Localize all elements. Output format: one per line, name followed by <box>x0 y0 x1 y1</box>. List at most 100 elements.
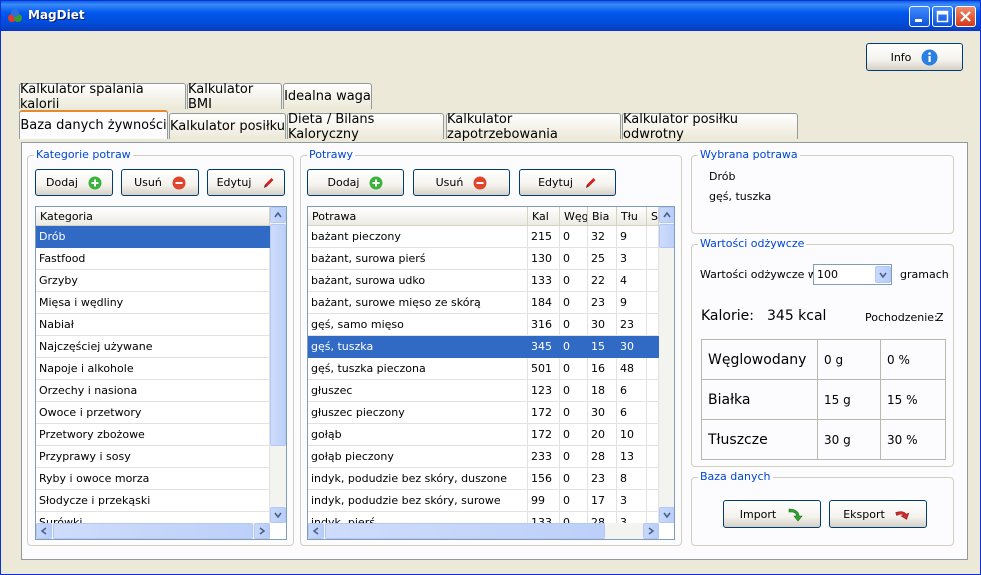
maximize-icon <box>936 10 949 23</box>
tab-idealna-waga[interactable]: Idealna waga <box>283 83 372 109</box>
tab-label: Idealna waga <box>284 89 371 104</box>
category-row[interactable]: Ryby i owoce morza <box>36 468 270 490</box>
dish-protein: 22 <box>588 270 617 292</box>
category-name: Mięsa i wędliny <box>36 292 270 314</box>
amount-select[interactable]: 100 <box>813 264 892 285</box>
window-title: MagDiet <box>28 8 85 22</box>
dish-row[interactable]: głuszec 123 0 18 6 <box>308 380 659 402</box>
vertical-scrollbar[interactable] <box>270 207 286 523</box>
dish-row[interactable]: gęś, tuszka pieczona 501 0 16 48 <box>308 358 659 380</box>
edit-dish-button[interactable]: Edytuj <box>519 169 616 196</box>
nutrient-name: Białka <box>701 379 818 420</box>
dish-carbs: 0 <box>560 380 588 402</box>
dish-row[interactable]: gołąb 172 0 20 10 <box>308 424 659 446</box>
column-header[interactable]: Potrawa <box>308 207 528 226</box>
tab-panel: Kategorie potraw Dodaj Usuń Edytuj Kateg… <box>21 142 968 560</box>
dish-protein: 25 <box>588 248 617 270</box>
tab-label: Kalkulator spalania kalorii <box>20 81 144 112</box>
tab-posilku-odwrotny[interactable]: Kalkulator posiłku odwrotny <box>622 111 798 142</box>
scroll-right-button[interactable] <box>254 523 270 539</box>
edit-category-button[interactable]: Edytuj <box>207 169 285 196</box>
dish-row[interactable]: bażant, surowe mięso ze skórą 184 0 23 9 <box>308 292 659 314</box>
maximize-button[interactable] <box>932 6 953 27</box>
dish-row[interactable]: gołąb pieczony 233 0 28 13 <box>308 446 659 468</box>
scroll-down-button[interactable] <box>659 507 674 523</box>
category-name: Ryby i owoce morza <box>36 468 270 490</box>
dish-protein: 17 <box>588 490 617 512</box>
dish-row[interactable]: bażant, surowa udko 133 0 22 4 <box>308 270 659 292</box>
scroll-thumb[interactable] <box>325 523 605 539</box>
column-header[interactable]: Kal <box>528 207 560 226</box>
nutrient-grams: 0 g <box>817 339 881 380</box>
minimize-button[interactable] <box>909 6 930 27</box>
column-header[interactable]: S <box>647 207 659 226</box>
tab-bmi[interactable]: Kalkulator BMI <box>187 82 282 112</box>
category-row[interactable]: Owoce i przetwory <box>36 402 270 424</box>
vertical-scrollbar[interactable] <box>659 207 674 523</box>
dish-row[interactable]: gęś, samo mięso 316 0 30 23 <box>308 314 659 336</box>
dish-row[interactable]: indyk, podudzie bez skóry, duszone 156 0 23… <box>308 468 659 490</box>
category-row[interactable]: Orzechy i nasiona <box>36 380 270 402</box>
dish-row[interactable]: bażant, surowa pierś 130 0 25 3 <box>308 248 659 270</box>
category-row[interactable]: Grzyby <box>36 270 270 292</box>
dish-row[interactable]: gęś, tuszka 345 0 15 30 <box>308 336 659 358</box>
category-row[interactable]: Fastfood <box>36 248 270 270</box>
dish-name: gęś, samo mięso <box>308 314 528 336</box>
horizontal-scrollbar[interactable] <box>308 523 659 539</box>
scroll-left-button[interactable] <box>36 523 52 539</box>
scroll-right-button[interactable] <box>643 523 659 539</box>
button-label: Usuń <box>134 176 162 189</box>
tab-baza-danych[interactable]: Baza danych żywności <box>19 110 168 139</box>
dish-extra <box>647 446 659 468</box>
category-row[interactable]: Napoje i alkohole <box>36 358 270 380</box>
column-header[interactable]: Węg <box>560 207 588 226</box>
dish-fat: 6 <box>617 380 647 402</box>
category-row[interactable]: Najczęściej używane <box>36 336 270 358</box>
tab-dieta-bilans[interactable]: Dieta / Bilans Kaloryczny <box>287 112 444 142</box>
scroll-thumb[interactable] <box>659 224 674 248</box>
tab-zapotrzebowania[interactable]: Kalkulator zapotrzebowania <box>446 112 621 142</box>
dish-extra <box>647 314 659 336</box>
category-row[interactable]: Nabiał <box>36 314 270 336</box>
import-button[interactable]: Import <box>723 500 821 528</box>
column-header[interactable]: Kategoria <box>36 207 270 226</box>
scroll-up-button[interactable] <box>270 207 286 223</box>
add-dish-button[interactable]: Dodaj <box>307 169 404 196</box>
scroll-thumb[interactable] <box>53 523 253 539</box>
remove-category-button[interactable]: Usuń <box>121 169 199 196</box>
dish-row[interactable]: indyk, podudzie bez skóry, surowe 99 0 17 3 <box>308 490 659 512</box>
dish-row[interactable]: głuszec pieczony 172 0 30 6 <box>308 402 659 424</box>
column-header[interactable]: Tłu <box>617 207 647 226</box>
client-area: Info Kalkulator spalania kalorii Kalkula… <box>5 32 976 570</box>
column-header[interactable]: Bia <box>588 207 617 226</box>
scroll-down-button[interactable] <box>270 507 286 523</box>
nutrition-row: Białka 15 g 15 % <box>701 379 946 420</box>
chevron-left-icon <box>313 527 319 535</box>
tab-label: Kalkulator posiłku odwrotny <box>623 111 739 142</box>
dish-row[interactable]: bażant pieczony 215 0 32 9 <box>308 226 659 248</box>
dish-name: indyk, podudzie bez skóry, surowe <box>308 490 528 512</box>
add-category-button[interactable]: Dodaj <box>35 169 113 196</box>
unit-label: gramach <box>900 268 949 281</box>
category-row[interactable]: Drób <box>36 226 270 248</box>
tab-spalania-kalorii[interactable]: Kalkulator spalania kalorii <box>19 81 186 112</box>
export-button[interactable]: Eksport <box>829 500 927 528</box>
horizontal-scrollbar[interactable] <box>36 523 270 539</box>
remove-dish-button[interactable]: Usuń <box>413 169 510 196</box>
nutrient-percent: 0 % <box>880 339 946 380</box>
tab-kalkulator-posilku[interactable]: Kalkulator posiłku <box>169 113 286 139</box>
info-icon <box>921 49 938 65</box>
info-button[interactable]: Info <box>866 43 963 71</box>
scroll-thumb[interactable] <box>270 224 286 446</box>
dropdown-button[interactable] <box>875 266 891 283</box>
dish-fat: 9 <box>617 292 647 314</box>
close-button[interactable] <box>955 6 976 27</box>
category-row[interactable]: Przyprawy i sosy <box>36 446 270 468</box>
scroll-up-button[interactable] <box>659 207 674 223</box>
database-group: Baza danych Import Eksport <box>691 470 954 546</box>
category-row[interactable]: Słodycze i przekąski <box>36 490 270 512</box>
category-row[interactable]: Przetwory zbożowe <box>36 424 270 446</box>
category-name: Orzechy i nasiona <box>36 380 270 402</box>
category-row[interactable]: Mięsa i wędliny <box>36 292 270 314</box>
scroll-left-button[interactable] <box>308 523 324 539</box>
